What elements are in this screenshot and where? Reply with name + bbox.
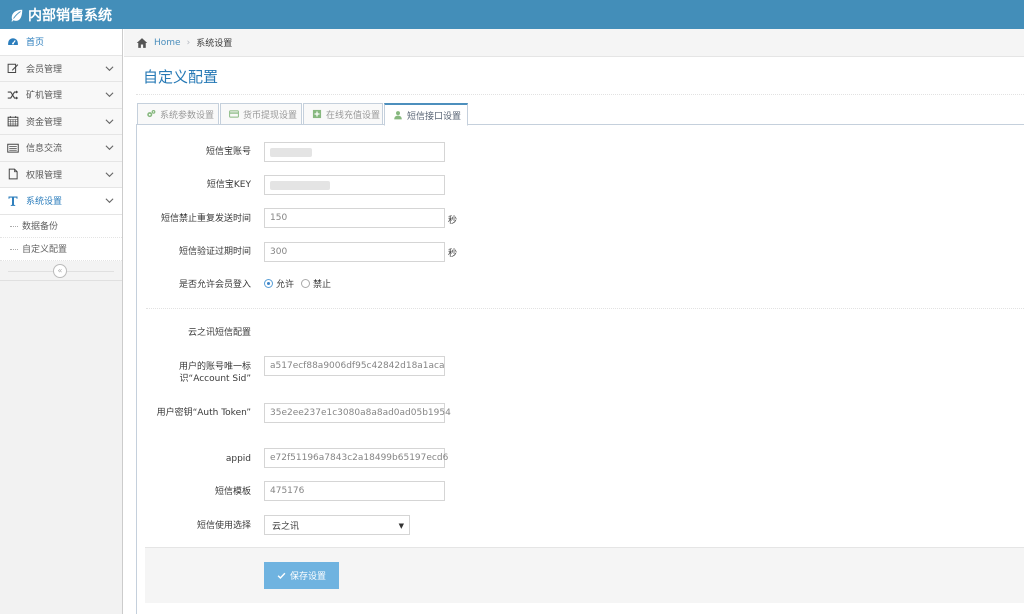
sms-account-input[interactable] [264, 142, 445, 162]
tab-label: 在线充值设置 [326, 110, 381, 121]
brand[interactable]: 内部销售系统 [10, 5, 112, 25]
expire-time-input[interactable]: 300 [264, 242, 445, 262]
settings-tabs: 系统参数设置 货币提现设置 在线充值设置 短信接口设置 [136, 103, 1024, 126]
random-icon [7, 90, 19, 100]
allow-login-radio-deny[interactable] [301, 279, 311, 288]
page-title: 自定义配置 [143, 68, 219, 86]
auth-token-label: 用户密钥“Auth Token” [156, 408, 251, 418]
redacted-value [270, 147, 312, 157]
tab-withdraw[interactable]: 货币提现设置 [220, 103, 302, 125]
sidebar-item-settings[interactable]: 系统设置 [0, 188, 122, 215]
leaf-icon [11, 9, 23, 22]
file-icon [8, 168, 18, 180]
sidebar-item-label: 信息交流 [26, 144, 63, 155]
breadcrumb-home-link[interactable]: Home [154, 38, 181, 48]
sidebar-collapse-row: « [0, 260, 122, 281]
dashboard-icon [8, 38, 18, 45]
sidebar-item-label: 系统设置 [26, 197, 63, 208]
tab-system-params[interactable]: 系统参数设置 [137, 103, 219, 125]
chevron-down-icon [105, 65, 114, 71]
sidebar-item-home[interactable]: 首页 [0, 29, 122, 56]
resend-interval-unit: 秒 [448, 216, 458, 226]
sidebar-item-permissions[interactable]: 权限管理 [0, 161, 122, 188]
sidebar-subitem-custom-config[interactable]: 自定义配置 [0, 238, 122, 261]
chevron-down-icon [105, 198, 114, 204]
save-button-label: 保存设置 [289, 572, 326, 582]
check-icon [277, 572, 286, 580]
edit-icon [7, 64, 19, 74]
account-sid-label: 用户的账号唯一标识“Account Sid” [178, 362, 251, 384]
user-icon [394, 111, 402, 120]
resend-interval-input[interactable]: 150 [264, 208, 445, 228]
sidebar-item-label: 首页 [26, 38, 45, 49]
provider-select[interactable]: 云之讯 ▼ [264, 515, 410, 535]
tab-label: 系统参数设置 [160, 110, 215, 121]
cogs-icon [147, 109, 156, 118]
tab-sms[interactable]: 短信接口设置 [384, 103, 468, 126]
credit-card-icon [229, 110, 239, 118]
list-icon [7, 143, 19, 153]
radio-label-allow: 允许 [276, 280, 295, 290]
settings-submenu: 数据备份 自定义配置 [0, 214, 122, 261]
home-icon [136, 37, 148, 48]
sidebar: 首页 会员管理 矿机管理 资金管理 信息交流 权限管理 系统设置 数据备份 自定… [0, 29, 123, 614]
sidebar-item-label: 权限管理 [26, 170, 63, 181]
sidebar-item-miners[interactable]: 矿机管理 [0, 82, 122, 109]
chevron-down-icon [105, 171, 114, 177]
allow-login-label: 是否允许会员登入 [178, 280, 251, 290]
sidebar-subitem-backup[interactable]: 数据备份 [0, 215, 122, 238]
provider-label: 短信使用选择 [196, 521, 251, 531]
sidebar-item-label: 资金管理 [26, 117, 63, 128]
sms-key-label: 短信宝KEY [206, 180, 251, 190]
template-label: 短信模板 [214, 487, 251, 497]
tab-label: 短信接口设置 [407, 111, 462, 122]
caret-down-icon: ▼ [398, 522, 404, 530]
appid-input[interactable]: e72f51196a7843c2a18499b65197ecd6 [264, 448, 448, 468]
appid-label: appid [225, 454, 251, 464]
account-sid-input[interactable]: a517ecf88a9006df95c42842d18a1aca [264, 356, 445, 376]
sms-account-label: 短信宝账号 [205, 147, 251, 157]
auth-token-input[interactable]: 35e2ee237e1c3080a8a8ad0ad05b1954 [264, 403, 451, 423]
tab-recharge[interactable]: 在线充值设置 [303, 103, 383, 125]
redacted-value [270, 180, 330, 190]
sms-key-input[interactable] [264, 175, 445, 195]
resend-interval-label: 短信禁止重复发送时间 [160, 214, 251, 224]
sidebar-item-label: 矿机管理 [26, 91, 63, 102]
breadcrumb-separator-icon: › [186, 37, 191, 48]
chevron-down-icon [105, 145, 114, 151]
section-divider [146, 308, 1024, 309]
allow-login-radio-allow[interactable] [264, 279, 273, 288]
allow-login-radio-group: 允许 禁止 [264, 277, 331, 290]
app-title: 内部销售系统 [28, 8, 112, 24]
breadcrumb: Home › 系统设置 [124, 29, 1024, 57]
top-navbar: 内部销售系统 [0, 0, 1024, 29]
expire-time-unit: 秒 [448, 249, 458, 259]
chevron-down-icon [105, 118, 114, 124]
tab-label: 货币提现设置 [243, 110, 298, 121]
calendar-icon [7, 116, 19, 127]
radio-label-deny: 禁止 [313, 280, 332, 290]
plus-square-icon [312, 109, 322, 119]
save-button[interactable]: 保存设置 [264, 562, 339, 589]
sidebar-item-members[interactable]: 会员管理 [0, 55, 122, 82]
sidebar-collapse-button[interactable]: « [53, 263, 67, 278]
sidebar-item-funds[interactable]: 资金管理 [0, 108, 122, 135]
sidebar-item-messages[interactable]: 信息交流 [0, 135, 122, 162]
page-header-divider [136, 94, 1024, 95]
text-icon [8, 196, 18, 206]
expire-time-label: 短信验证过期时间 [178, 247, 251, 257]
sidebar-item-label: 会员管理 [26, 64, 63, 75]
provider-selected-value: 云之讯 [272, 521, 300, 532]
section-title: 云之讯短信配置 [187, 328, 251, 338]
template-input[interactable]: 475176 [264, 481, 445, 501]
chevron-down-icon [105, 92, 114, 98]
breadcrumb-current: 系统设置 [196, 39, 233, 49]
